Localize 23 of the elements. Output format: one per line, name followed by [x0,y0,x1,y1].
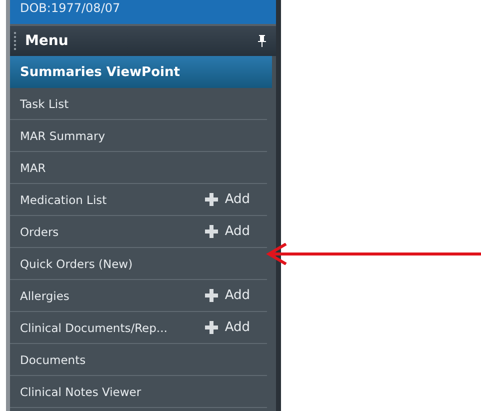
menu-title: Menu [25,33,70,49]
menu-item[interactable]: Documents [10,344,267,376]
add-button[interactable]: Add [204,192,250,207]
add-button[interactable]: Add [204,224,250,239]
menu-item[interactable]: MAR [10,152,267,184]
menu-item[interactable]: Medication List Add [10,184,267,216]
menu-item[interactable]: Quick Orders (New) [10,248,267,280]
menu-item[interactable]: Summaries ViewPoint [10,56,272,88]
menu-item[interactable]: Task List [10,88,267,120]
add-button[interactable]: Add [204,288,250,303]
grip-icon [14,32,17,50]
menu-item[interactable]: Clinical Notes Viewer [10,376,267,408]
pin-icon[interactable] [258,35,266,47]
menu-item[interactable]: Allergies Add [10,280,267,312]
plus-icon [204,289,218,302]
plus-icon [204,225,218,238]
menu-item[interactable]: MAR Summary [10,120,267,152]
menu-item[interactable]: Clinical Documents/Rep... Add [10,312,267,344]
add-button[interactable]: Add [204,320,250,335]
menu-item[interactable]: Orders Add [10,216,267,248]
plus-icon [204,193,218,206]
plus-icon [204,321,218,334]
patient-dob: DOB:1977/08/07 [20,2,120,14]
